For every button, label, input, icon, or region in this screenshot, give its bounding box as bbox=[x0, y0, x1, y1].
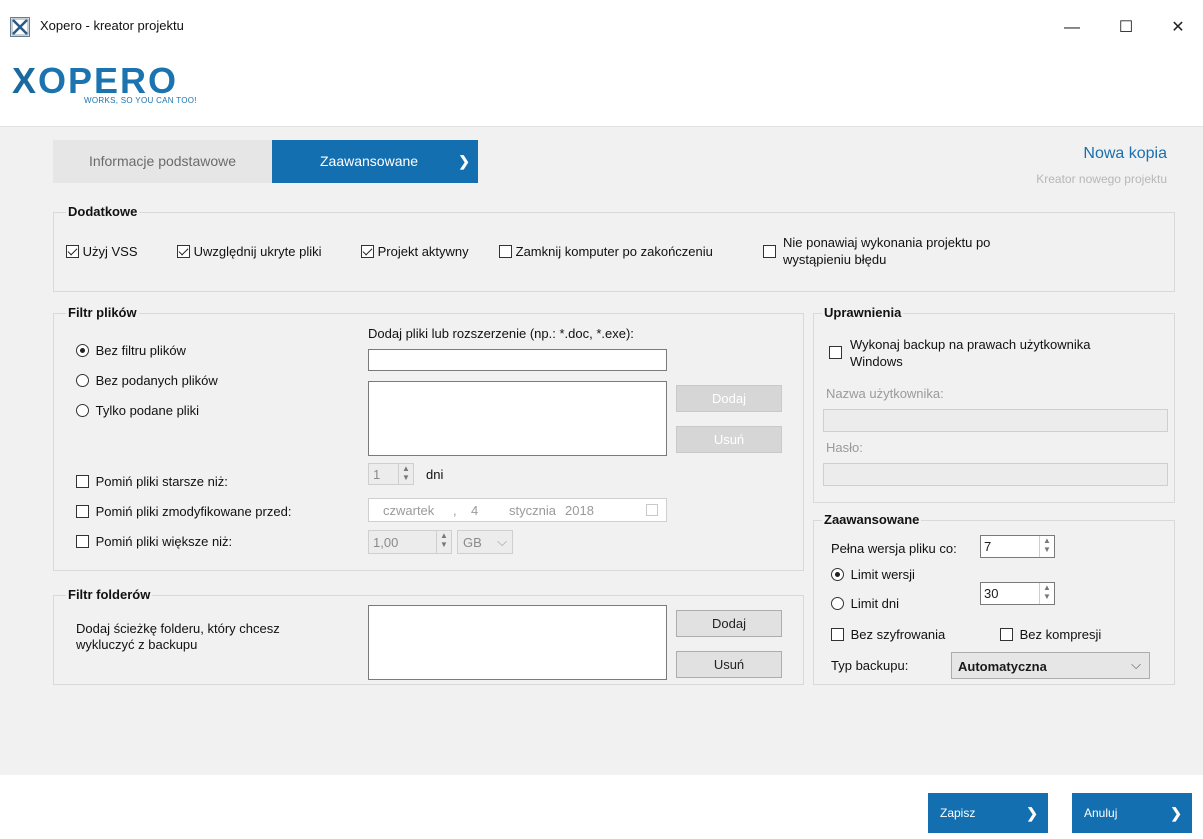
spinner-icon[interactable]: ▲ ▼ bbox=[1039, 536, 1054, 557]
skip-larger-checkbox[interactable]: Pomiń pliki większe niż: bbox=[76, 534, 232, 549]
use-vss-checkbox[interactable]: Użyj VSS bbox=[66, 244, 138, 259]
checkbox[interactable] bbox=[829, 346, 842, 359]
folder-filter-description-line2: wykluczyć z backupu bbox=[76, 637, 198, 652]
no-encryption-checkbox[interactable]: Bez szyfrowania bbox=[831, 627, 945, 642]
chevron-right-icon: ❯ bbox=[1170, 805, 1182, 821]
group-advanced-title: Zaawansowane bbox=[822, 512, 922, 527]
spinner-icon[interactable]: ▲ ▼ bbox=[436, 531, 451, 553]
radio-no-filter[interactable]: Bez filtru plików bbox=[76, 343, 186, 358]
file-pattern-input[interactable] bbox=[368, 349, 667, 371]
radio[interactable] bbox=[831, 597, 844, 610]
skip-larger-stepper[interactable]: 1,00 ▲ ▼ bbox=[368, 530, 452, 554]
group-file-filter-title: Filtr plików bbox=[66, 305, 139, 320]
include-hidden-checkbox[interactable]: Uwzględnij ukryte pliki bbox=[177, 244, 322, 259]
page-title: Nowa kopia bbox=[1083, 145, 1167, 162]
tab-advanced-label: Zaawansowane bbox=[320, 153, 419, 169]
backup-type-label: Typ backupu: bbox=[831, 658, 909, 673]
skip-modified-checkbox[interactable]: Pomiń pliki zmodyfikowane przed: bbox=[76, 504, 291, 519]
page-subtitle: Kreator nowego projektu bbox=[1036, 172, 1167, 186]
radio[interactable] bbox=[76, 344, 89, 357]
maximize-icon[interactable]: ☐ bbox=[1110, 14, 1142, 42]
checkbox[interactable] bbox=[1000, 628, 1013, 641]
group-additional-title: Dodatkowe bbox=[66, 204, 140, 219]
checkbox[interactable] bbox=[177, 245, 190, 258]
full-version-stepper[interactable]: 7 ▲ ▼ bbox=[980, 535, 1055, 558]
app-icon bbox=[10, 17, 30, 37]
file-pattern-list[interactable] bbox=[368, 381, 667, 456]
skip-older-stepper[interactable]: 1 ▲ ▼ bbox=[368, 463, 414, 485]
windows-user-checkbox[interactable] bbox=[829, 345, 842, 360]
calendar-icon[interactable] bbox=[646, 504, 658, 516]
radio-limit-versions[interactable]: Limit wersji bbox=[831, 567, 915, 582]
folder-filter-description-line1: Dodaj ścieżkę folderu, który chcesz bbox=[76, 621, 280, 636]
radio[interactable] bbox=[76, 374, 89, 387]
no-retry-label-line2: wystąpieniu błędu bbox=[783, 252, 887, 267]
checkbox[interactable] bbox=[763, 245, 776, 258]
limit-value-stepper[interactable]: 30 ▲ ▼ bbox=[980, 582, 1055, 605]
add-file-button[interactable]: Dodaj bbox=[676, 385, 782, 412]
window-title: Xopero - kreator projektu bbox=[40, 18, 184, 33]
chevron-right-icon: ❯ bbox=[458, 153, 470, 169]
radio-exclude-listed[interactable]: Bez podanych plików bbox=[76, 373, 218, 388]
checkbox[interactable] bbox=[499, 245, 512, 258]
checkbox[interactable] bbox=[76, 475, 89, 488]
checkbox[interactable] bbox=[76, 505, 89, 518]
cancel-label: Anuluj bbox=[1084, 806, 1118, 820]
no-retry-label-line1: Nie ponawiaj wykonania projektu po bbox=[783, 235, 991, 250]
username-label: Nazwa użytkownika: bbox=[826, 386, 944, 401]
tab-advanced[interactable]: Zaawansowane ❯ bbox=[272, 140, 478, 183]
add-files-label: Dodaj pliki lub rozszerzenie (np.: *.doc… bbox=[368, 326, 634, 341]
project-active-checkbox[interactable]: Projekt aktywny bbox=[361, 244, 469, 259]
tab-basic-info[interactable]: Informacje podstawowe bbox=[53, 140, 272, 183]
save-label: Zapisz bbox=[940, 806, 976, 820]
close-icon[interactable]: ✕ bbox=[1162, 14, 1194, 42]
full-version-label: Pełna wersja pliku co: bbox=[831, 541, 957, 556]
radio-only-listed[interactable]: Tylko podane pliki bbox=[76, 403, 199, 418]
password-field[interactable] bbox=[823, 463, 1168, 486]
logo-tagline: WORKS, SO YOU CAN TOO! bbox=[84, 96, 197, 105]
radio[interactable] bbox=[831, 568, 844, 581]
no-retry-checkbox[interactable] bbox=[763, 244, 776, 259]
days-unit-label: dni bbox=[426, 467, 444, 482]
spinner-icon[interactable]: ▲ ▼ bbox=[1039, 583, 1054, 604]
save-button[interactable]: Zapisz ❯ bbox=[928, 793, 1048, 833]
modified-date-picker[interactable]: czwartek , 4 stycznia 2018 bbox=[368, 498, 667, 522]
remove-folder-button[interactable]: Usuń bbox=[676, 651, 782, 678]
logo-bar bbox=[0, 56, 1203, 127]
add-folder-button[interactable]: Dodaj bbox=[676, 610, 782, 637]
shutdown-checkbox[interactable]: Zamknij komputer po zakończeniu bbox=[499, 244, 713, 259]
chevron-down-icon: ⌵ bbox=[1131, 657, 1141, 672]
group-permissions-title: Uprawnienia bbox=[822, 305, 904, 320]
checkbox[interactable] bbox=[76, 535, 89, 548]
checkbox[interactable] bbox=[66, 245, 79, 258]
cancel-button[interactable]: Anuluj ❯ bbox=[1072, 793, 1192, 833]
backup-type-select[interactable]: Automatyczna ⌵ bbox=[951, 652, 1150, 679]
username-field[interactable] bbox=[823, 409, 1168, 432]
spinner-icon[interactable]: ▲ ▼ bbox=[398, 464, 413, 484]
checkbox[interactable] bbox=[831, 628, 844, 641]
size-unit-select[interactable]: GB ⌵ bbox=[457, 530, 513, 554]
password-label: Hasło: bbox=[826, 440, 863, 455]
no-compression-checkbox[interactable]: Bez kompresji bbox=[1000, 627, 1101, 642]
chevron-down-icon: ⌵ bbox=[497, 534, 507, 549]
checkbox[interactable] bbox=[361, 245, 374, 258]
windows-user-label-line2: Windows bbox=[850, 354, 903, 369]
folder-list[interactable] bbox=[368, 605, 667, 680]
radio-limit-days[interactable]: Limit dni bbox=[831, 596, 899, 611]
minimize-icon[interactable]: — bbox=[1056, 14, 1088, 42]
chevron-right-icon: ❯ bbox=[1026, 805, 1038, 821]
group-folder-filter-title: Filtr folderów bbox=[66, 587, 153, 602]
radio[interactable] bbox=[76, 404, 89, 417]
skip-older-checkbox[interactable]: Pomiń pliki starsze niż: bbox=[76, 474, 228, 489]
remove-file-button[interactable]: Usuń bbox=[676, 426, 782, 453]
windows-user-label-line1: Wykonaj backup na prawach użytkownika bbox=[850, 337, 1091, 352]
